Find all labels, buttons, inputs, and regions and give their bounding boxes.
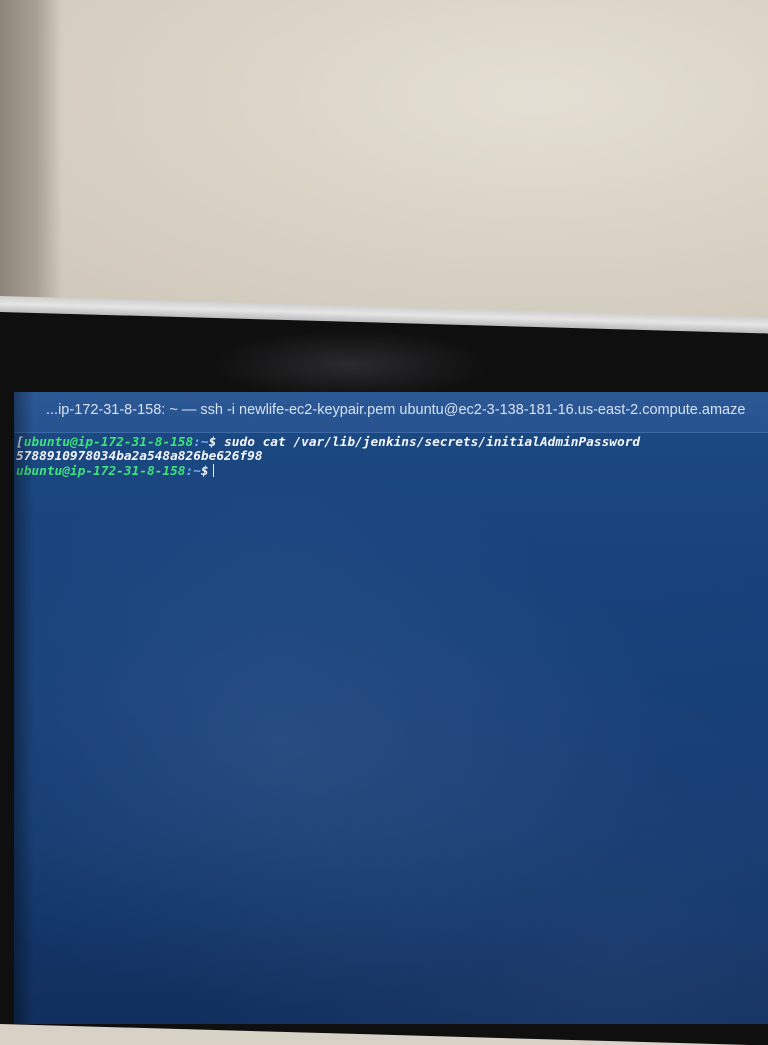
wall-shadow — [0, 0, 62, 300]
terminal-window[interactable]: ...ip-172-31-8-158: ~ — ssh -i newlife-e… — [14, 392, 768, 1024]
screen-glare — [14, 392, 768, 1024]
password-output: 5788910978034ba2a548a826be626f98 — [16, 449, 263, 464]
prompt-path: :~ — [185, 464, 201, 479]
prompt-user-host: ubuntu@ip-172-31-8-158 — [16, 464, 186, 479]
window-title: ...ip-172-31-8-158: ~ — ssh -i newlife-e… — [46, 402, 746, 418]
command-text: sudo cat /var/lib/jenkins/secrets/initia… — [224, 435, 641, 450]
prompt-path: :~ — [193, 435, 209, 450]
prompt-user-host: ubuntu@ip-172-31-8-158 — [23, 435, 194, 450]
terminal-line-output: 5788910978034ba2a548a826be626f98 — [16, 450, 766, 464]
terminal-output[interactable]: [ubuntu@ip-172-31-8-158:~$ sudo cat /var… — [16, 436, 766, 479]
screen-edge-shade — [14, 392, 34, 1024]
terminal-titlebar[interactable]: ...ip-172-31-8-158: ~ — ssh -i newlife-e… — [14, 392, 768, 433]
terminal-line-prompt[interactable]: ubuntu@ip-172-31-8-158:~$ — [16, 464, 766, 479]
terminal-line-command: [ubuntu@ip-172-31-8-158:~$ sudo cat /var… — [16, 436, 766, 450]
prompt-symbol: $ — [208, 435, 217, 450]
bezel-reflection — [210, 330, 490, 400]
text-cursor — [212, 464, 214, 477]
wall-background — [0, 0, 768, 320]
prompt-symbol: $ — [200, 464, 209, 479]
